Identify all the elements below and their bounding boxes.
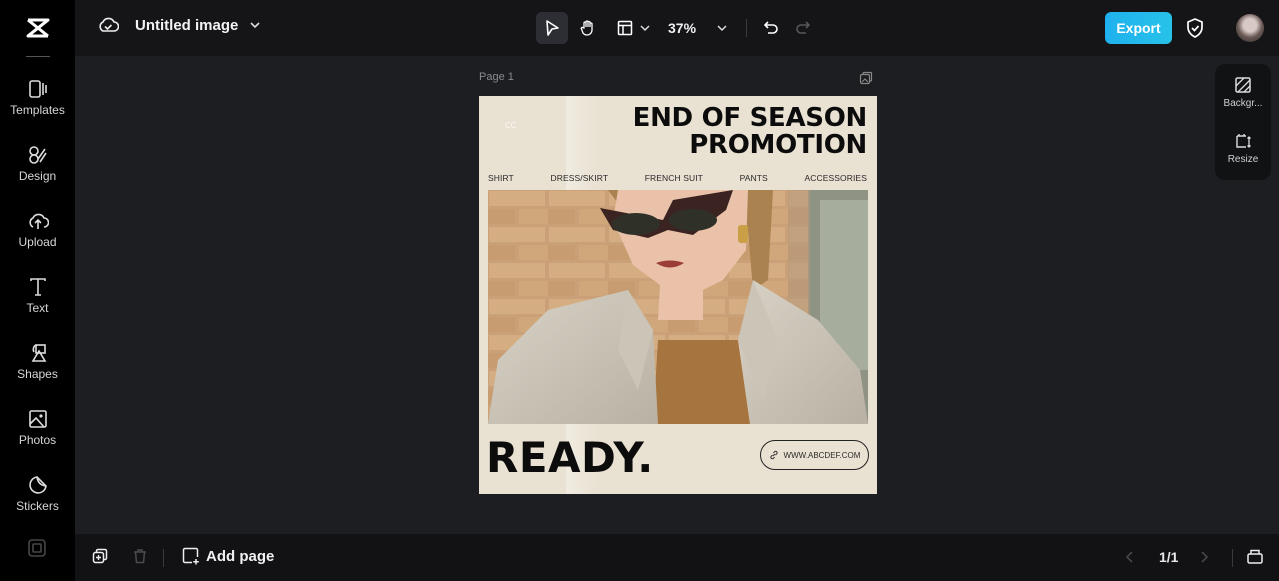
sidebar-item-photos[interactable]: Photos [0, 400, 75, 460]
design-poster[interactable]: CC END OF SEASON PROMOTION SHIRT DRESS/S… [479, 96, 877, 494]
document-title: Untitled image [135, 16, 239, 34]
bottom-divider [163, 549, 164, 567]
add-page-label: Add page [206, 547, 275, 565]
background-label: Backgr... [1223, 98, 1263, 109]
duplicate-page-icon[interactable] [859, 71, 873, 85]
poster-tagline[interactable]: READY. [486, 433, 654, 482]
app-window: Templates Design Upload Text Shapes Phot… [0, 0, 1279, 581]
cloud-saved-icon [99, 17, 119, 32]
sidebar-item-templates[interactable]: Templates [0, 70, 75, 130]
duplicate-page-icon[interactable] [92, 548, 108, 564]
zoom-dropdown[interactable] [706, 12, 738, 44]
layout-icon [617, 20, 633, 36]
poster-category-row[interactable]: SHIRT DRESS/SKIRT FRENCH SUIT PANTS ACCE… [488, 173, 867, 183]
bottom-bar: Add page 1/1 [75, 534, 1279, 581]
previous-page-icon[interactable] [1124, 550, 1136, 564]
undo-button[interactable] [755, 12, 787, 44]
pointer-icon [546, 20, 559, 36]
upload-icon [28, 213, 49, 229]
canvas-area: Page 1 CC END OF SEASON PROMOTION SHIRT … [75, 56, 1279, 534]
text-icon [29, 278, 46, 296]
page-label: Page 1 [479, 71, 514, 83]
chevron-down-icon [250, 22, 260, 29]
page-counter: 1/1 [1159, 549, 1179, 565]
capcut-logo-icon [26, 18, 49, 38]
poster-photo[interactable] [488, 190, 868, 424]
delete-page-icon[interactable] [132, 548, 148, 564]
fashion-model-photo [488, 190, 868, 424]
canvas-toolbar: 37% [536, 12, 819, 44]
sidebar-item-label: Photos [18, 433, 57, 447]
photos-icon [28, 410, 47, 428]
add-page-button[interactable]: Add page [182, 547, 274, 565]
layout-dropdown[interactable] [614, 12, 654, 44]
link-icon [769, 450, 778, 460]
chevron-down-icon [717, 25, 727, 32]
sidebar-item-label: Stickers [16, 499, 59, 513]
logo-divider [26, 56, 50, 57]
templates-icon [28, 80, 47, 98]
more-tools-icon[interactable] [26, 537, 48, 559]
sidebar-item-label: Upload [18, 235, 57, 249]
right-tools-panel: Backgr... Resize [1215, 64, 1271, 180]
export-button[interactable]: Export [1105, 12, 1172, 44]
poster-url-pill[interactable]: WWW.ABCDEF.COM [760, 440, 869, 470]
headline-line-1: END OF SEASON [632, 103, 868, 133]
sidebar-item-label: Templates [10, 103, 65, 117]
zoom-level[interactable]: 37% [668, 20, 696, 36]
category-label: DRESS/SKIRT [550, 173, 609, 183]
design-icon [28, 146, 47, 164]
shield-check-icon[interactable] [1185, 17, 1205, 39]
chevron-down-icon [640, 25, 650, 32]
poster-headline[interactable]: END OF SEASON PROMOTION [632, 103, 868, 160]
sidebar-item-stickers[interactable]: Stickers [0, 466, 75, 526]
left-sidebar: Templates Design Upload Text Shapes Phot… [0, 0, 75, 581]
shapes-icon [31, 344, 46, 362]
redo-icon [796, 21, 811, 34]
user-avatar[interactable] [1236, 14, 1264, 42]
redo-button[interactable] [787, 12, 819, 44]
top-bar: Untitled image 37% Export [75, 0, 1279, 56]
pages-panel-icon[interactable] [1246, 547, 1264, 565]
background-icon [1235, 77, 1251, 93]
sidebar-item-label: Design [18, 169, 57, 183]
poster-corner-mark: CC [505, 121, 517, 130]
sidebar-item-upload[interactable]: Upload [0, 202, 75, 262]
sidebar-item-design[interactable]: Design [0, 136, 75, 196]
background-button[interactable]: Backgr... [1215, 76, 1271, 126]
category-label: FRENCH SUIT [644, 173, 703, 183]
toolbar-divider [746, 19, 748, 37]
select-tool-button[interactable] [536, 12, 568, 44]
hand-tool-button[interactable] [572, 12, 604, 44]
bottom-divider [1232, 549, 1233, 567]
resize-label: Resize [1227, 154, 1259, 165]
capcut-logo[interactable] [0, 0, 75, 56]
sidebar-item-label: Shapes [17, 367, 58, 381]
add-page-icon [182, 547, 199, 565]
stickers-icon [28, 476, 47, 494]
undo-icon [763, 21, 778, 34]
category-label: PANTS [739, 173, 768, 183]
sidebar-item-text[interactable]: Text [0, 268, 75, 328]
headline-line-2: PROMOTION [689, 130, 867, 160]
poster-url: WWW.ABCDEF.COM [783, 450, 861, 460]
hand-icon [580, 20, 593, 36]
sidebar-item-shapes[interactable]: Shapes [0, 334, 75, 394]
resize-icon [1236, 134, 1251, 148]
resize-button[interactable]: Resize [1215, 132, 1271, 182]
document-title-menu[interactable]: Untitled image [97, 14, 262, 36]
category-label: ACCESSORIES [804, 173, 867, 183]
sidebar-item-label: Text [26, 301, 49, 315]
next-page-icon[interactable] [1198, 550, 1210, 564]
category-label: SHIRT [488, 173, 514, 183]
